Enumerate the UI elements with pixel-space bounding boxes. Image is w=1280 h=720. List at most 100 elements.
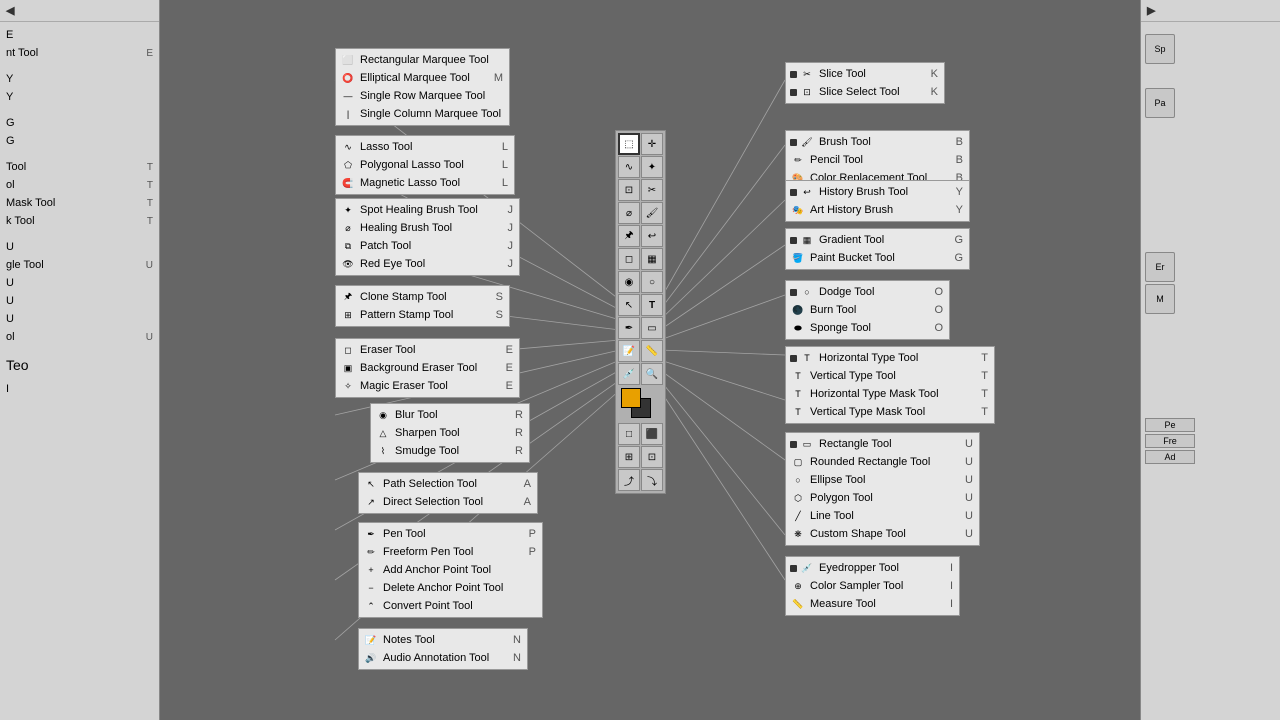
toolbox-history-brush[interactable]: ↩ bbox=[641, 225, 663, 247]
toolbox-type[interactable]: T bbox=[641, 294, 663, 316]
left-item-5[interactable]: G bbox=[0, 114, 159, 132]
dodge-tool[interactable]: ○ Dodge Tool O bbox=[786, 283, 949, 301]
toolbox-crop[interactable]: ⊡ bbox=[618, 179, 640, 201]
toolbox-pen[interactable]: ✒ bbox=[618, 317, 640, 339]
left-item-u4[interactable]: U bbox=[0, 310, 159, 328]
right-btn-er[interactable]: Er bbox=[1145, 252, 1175, 282]
rounded-rectangle-tool[interactable]: ▢ Rounded Rectangle Tool U bbox=[786, 453, 979, 471]
pencil-tool[interactable]: ✏ Pencil Tool B bbox=[786, 151, 969, 169]
vertical-type-mask-tool[interactable]: T Vertical Type Mask Tool T bbox=[786, 403, 994, 421]
patch-tool[interactable]: ⧉ Patch Tool J bbox=[336, 237, 519, 255]
gradient-tool[interactable]: ▦ Gradient Tool G bbox=[786, 231, 969, 249]
left-item-2[interactable]: nt ToolE bbox=[0, 44, 159, 62]
left-item-3[interactable]: Y bbox=[0, 70, 159, 88]
art-history-brush-tool[interactable]: 🎭 Art History Brush Y bbox=[786, 201, 969, 219]
single-row-marquee-tool[interactable]: ― Single Row Marquee Tool bbox=[336, 87, 509, 105]
toolbox-brush[interactable]: 🖌 bbox=[641, 202, 663, 224]
toolbox-measure[interactable]: 📏 bbox=[641, 340, 663, 362]
left-item-u2[interactable]: U bbox=[0, 274, 159, 292]
rectangle-tool[interactable]: ▭ Rectangle Tool U bbox=[786, 435, 979, 453]
left-item-4[interactable]: Y bbox=[0, 88, 159, 106]
spot-healing-tool[interactable]: ✦ Spot Healing Brush Tool J bbox=[336, 201, 519, 219]
left-item-ktool[interactable]: k ToolT bbox=[0, 212, 159, 230]
right-btn-fre[interactable]: Fre bbox=[1145, 434, 1195, 448]
toolbox-heal[interactable]: ⌀ bbox=[618, 202, 640, 224]
toolbox-notes[interactable]: 📝 bbox=[618, 340, 640, 362]
toolbox-eraser[interactable]: ◻ bbox=[618, 248, 640, 270]
audio-annotation-tool[interactable]: 🔊 Audio Annotation Tool N bbox=[359, 649, 527, 667]
brush-tool[interactable]: 🖌 Brush Tool B bbox=[786, 133, 969, 151]
vertical-type-tool[interactable]: T Vertical Type Tool T bbox=[786, 367, 994, 385]
left-item-u1[interactable]: U bbox=[0, 238, 159, 256]
toolbox-clone[interactable]: 🖈 bbox=[618, 225, 640, 247]
toolbox-slice[interactable]: ✂ bbox=[641, 179, 663, 201]
right-btn-sp[interactable]: Sp bbox=[1145, 34, 1175, 64]
red-eye-tool[interactable]: 👁 Red Eye Tool J bbox=[336, 255, 519, 273]
right-btn-ad[interactable]: Ad bbox=[1145, 450, 1195, 464]
left-item-i1[interactable]: I bbox=[0, 380, 159, 398]
healing-brush-tool[interactable]: ⌀ Healing Brush Tool J bbox=[336, 219, 519, 237]
toolbox-dodge[interactable]: ○ bbox=[641, 271, 663, 293]
toolbox-path-sel[interactable]: ↖ bbox=[618, 294, 640, 316]
left-item-6[interactable]: G bbox=[0, 132, 159, 150]
slice-select-tool[interactable]: ⊡ Slice Select Tool K bbox=[786, 83, 944, 101]
add-anchor-tool[interactable]: + Add Anchor Point Tool bbox=[359, 561, 542, 579]
lasso-tool[interactable]: ∿ Lasso Tool L bbox=[336, 138, 514, 156]
ellipse-tool[interactable]: ○ Ellipse Tool U bbox=[786, 471, 979, 489]
toolbox-shape[interactable]: ▭ bbox=[641, 317, 663, 339]
rectangular-marquee-tool[interactable]: ⬜ Rectangular Marquee Tool bbox=[336, 51, 509, 69]
left-item-u3[interactable]: U bbox=[0, 292, 159, 310]
bg-eraser-tool[interactable]: ▣ Background Eraser Tool E bbox=[336, 359, 519, 377]
convert-point-tool[interactable]: ⌃ Convert Point Tool bbox=[359, 597, 542, 615]
sponge-tool[interactable]: ⬬ Sponge Tool O bbox=[786, 319, 949, 337]
history-brush-tool[interactable]: ↩ History Brush Tool Y bbox=[786, 183, 969, 201]
direct-selection-tool[interactable]: ↗ Direct Selection Tool A bbox=[359, 493, 537, 511]
slice-tool[interactable]: ✂ Slice Tool K bbox=[786, 65, 944, 83]
magnetic-lasso-tool[interactable]: 🧲 Magnetic Lasso Tool L bbox=[336, 174, 514, 192]
elliptical-marquee-tool[interactable]: ⭕ Elliptical Marquee Tool M bbox=[336, 69, 509, 87]
color-sampler-tool[interactable]: ⊕ Color Sampler Tool I bbox=[786, 577, 959, 595]
horizontal-type-mask-tool[interactable]: T Horizontal Type Mask Tool T bbox=[786, 385, 994, 403]
left-item-gletool[interactable]: gle ToolU bbox=[0, 256, 159, 274]
freeform-pen-tool[interactable]: ✏ Freeform Pen Tool P bbox=[359, 543, 542, 561]
paint-bucket-tool[interactable]: 🪣 Paint Bucket Tool G bbox=[786, 249, 969, 267]
toolbox-marquee[interactable]: ⬚ bbox=[618, 133, 640, 155]
eyedropper-tool[interactable]: 💉 Eyedropper Tool I bbox=[786, 559, 959, 577]
pen-tool[interactable]: ✒ Pen Tool P bbox=[359, 525, 542, 543]
toolbox-move[interactable]: ✛ bbox=[641, 133, 663, 155]
measure-tool[interactable]: 📏 Measure Tool I bbox=[786, 595, 959, 613]
burn-tool[interactable]: 🌑 Burn Tool O bbox=[786, 301, 949, 319]
left-item-8[interactable]: olT bbox=[0, 176, 159, 194]
sharpen-tool[interactable]: △ Sharpen Tool R bbox=[371, 424, 529, 442]
toolbox-magic-wand[interactable]: ✦ bbox=[641, 156, 663, 178]
toolbox-extra[interactable]: ⤵ bbox=[641, 469, 663, 491]
pattern-stamp-tool[interactable]: ⊞ Pattern Stamp Tool S bbox=[336, 306, 509, 324]
toolbox-quick-mask[interactable]: ⬛ bbox=[641, 423, 663, 445]
toolbox-jump[interactable]: ⤴ bbox=[618, 469, 640, 491]
toolbox-blur[interactable]: ◉ bbox=[618, 271, 640, 293]
right-btn-pa[interactable]: Pa bbox=[1145, 88, 1175, 118]
left-item-teo[interactable]: Teo bbox=[0, 354, 159, 376]
clone-stamp-tool[interactable]: 🖈 Clone Stamp Tool S bbox=[336, 288, 509, 306]
path-selection-tool[interactable]: ↖ Path Selection Tool A bbox=[359, 475, 537, 493]
left-item-7[interactable]: ToolT bbox=[0, 158, 159, 176]
custom-shape-tool[interactable]: ❋ Custom Shape Tool U bbox=[786, 525, 979, 543]
left-item-mask[interactable]: Mask ToolT bbox=[0, 194, 159, 212]
toolbox-view-2[interactable]: ⊡ bbox=[641, 446, 663, 468]
toolbox-lasso[interactable]: ∿ bbox=[618, 156, 640, 178]
horizontal-type-tool[interactable]: T Horizontal Type Tool T bbox=[786, 349, 994, 367]
toolbox-zoom[interactable]: 🔍 bbox=[641, 363, 663, 385]
eraser-tool[interactable]: ◻ Eraser Tool E bbox=[336, 341, 519, 359]
single-col-marquee-tool[interactable]: | Single Column Marquee Tool bbox=[336, 105, 509, 123]
line-tool[interactable]: ╱ Line Tool U bbox=[786, 507, 979, 525]
left-item-1[interactable]: E bbox=[0, 26, 159, 44]
foreground-color[interactable] bbox=[621, 388, 641, 408]
magic-eraser-tool[interactable]: ✧ Magic Eraser Tool E bbox=[336, 377, 519, 395]
smudge-tool[interactable]: ⌇ Smudge Tool R bbox=[371, 442, 529, 460]
right-btn-pe[interactable]: Pe bbox=[1145, 418, 1195, 432]
toolbox-eyedropper[interactable]: 💉 bbox=[618, 363, 640, 385]
toolbox-std-mode[interactable]: □ bbox=[618, 423, 640, 445]
blur-tool[interactable]: ◉ Blur Tool R bbox=[371, 406, 529, 424]
toolbox-view-1[interactable]: ⊞ bbox=[618, 446, 640, 468]
right-btn-m[interactable]: M bbox=[1145, 284, 1175, 314]
